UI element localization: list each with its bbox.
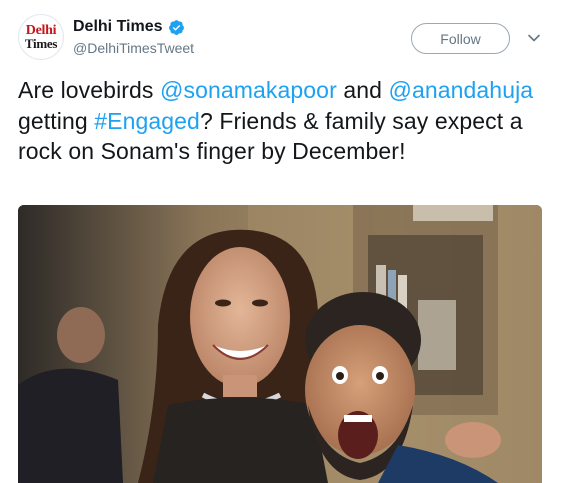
photo-image (18, 205, 542, 483)
tweet-text: Are lovebirds @sonamakapoor and @anandah… (18, 75, 538, 167)
tweet-header: Delhi Times Delhi Times @DelhiTimesTweet… (18, 14, 552, 60)
tweet-text-segment: getting (18, 107, 95, 134)
hashtag-link-engaged[interactable]: #Engaged (94, 108, 200, 134)
author-info[interactable]: Delhi Times @DelhiTimesTweet (73, 17, 194, 57)
chevron-down-icon[interactable] (526, 30, 542, 46)
handle[interactable]: @DelhiTimesTweet (73, 39, 194, 57)
tweet-text-segment: Are lovebirds (18, 77, 161, 103)
display-name[interactable]: Delhi Times (73, 17, 163, 37)
mention-link-sonamakapoor[interactable]: @sonamakapoor (160, 77, 337, 103)
avatar-logo-line2: Times (24, 36, 58, 51)
tweet-text-segment: and (336, 77, 389, 103)
follow-button[interactable]: Follow (411, 23, 510, 54)
mention-link-anandahuja[interactable]: @anandahuja (389, 77, 534, 103)
avatar[interactable]: Delhi Times (18, 14, 64, 60)
name-row: Delhi Times (73, 17, 194, 37)
verified-badge-icon (168, 19, 184, 35)
tweet-photo[interactable] (18, 205, 542, 483)
